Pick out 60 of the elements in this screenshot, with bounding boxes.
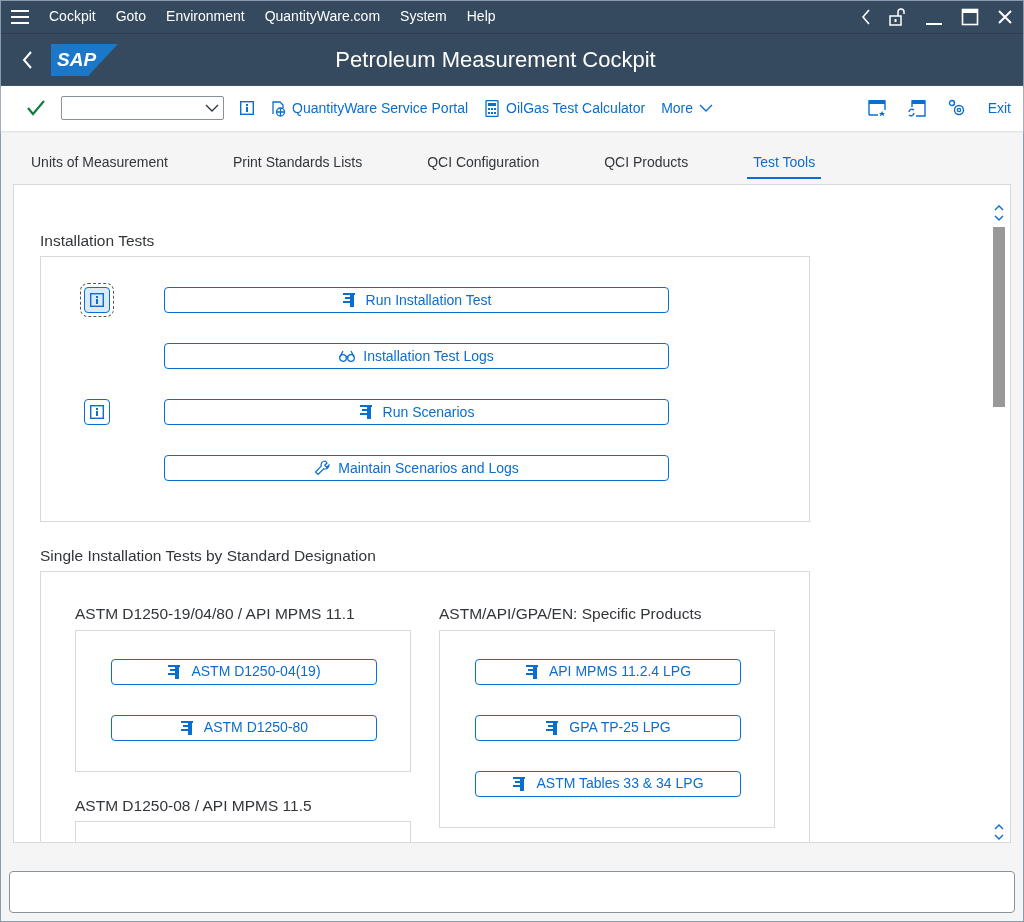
tab[interactable]: QCI Products [598,150,695,179]
logo: SAP [51,43,119,77]
menu-item[interactable]: QuantityWare.com [264,6,381,28]
tab[interactable]: QCI Configuration [421,150,546,179]
group-title: Installation Tests [40,230,156,251]
group-title: ASTM D1250-08 / API MPMS 11.5 [75,795,313,816]
toolbar-link[interactable]: QuantityWare Service Portal [270,97,469,119]
action-button[interactable]: Maintain Scenarios and Logs [164,455,669,482]
settings-icon[interactable] [947,99,966,118]
tap-icon [524,663,541,680]
action-button[interactable]: ASTM Tables 33 & 34 LPG [475,770,741,797]
menu-item[interactable]: Goto [115,6,147,28]
info-button[interactable] [84,399,110,426]
unlock-icon[interactable] [889,8,907,26]
close-icon[interactable] [997,9,1013,25]
info-icon [240,101,254,116]
menu-item[interactable]: Environment [166,6,245,28]
more-button[interactable]: More [661,97,714,119]
tab[interactable]: Test Tools [747,150,822,179]
action-button[interactable]: API MPMS 11.2.4 LPG [475,658,741,685]
command-field[interactable] [61,96,224,121]
scroll-up-down-icon[interactable] [994,824,1004,841]
maximize-icon[interactable] [961,8,979,26]
menu-item[interactable]: Cockpit [49,6,96,28]
chevron-down-icon [205,103,219,113]
action-button[interactable]: ASTM D1250-04(19) [111,658,377,685]
tap-icon [179,719,196,736]
action-button[interactable]: Installation Test Logs [164,343,669,370]
group-title: Single Installation Tests by Standard Designation [40,546,377,567]
checkmark-icon[interactable] [27,100,45,117]
tap-icon [341,292,358,309]
exit-button[interactable]: Exit [987,97,1011,119]
page-title: Petroleum Measurement Cockpit [334,46,657,75]
back-icon[interactable] [861,9,871,25]
menu-item[interactable]: Help [466,6,496,28]
action-button[interactable]: Run Scenarios [164,399,669,426]
window-star-icon[interactable] [867,99,886,118]
window-refresh-icon[interactable] [907,99,926,118]
calculator-icon [484,99,501,117]
tab[interactable]: Print Standards Lists [226,150,369,179]
globe-document-icon [270,99,286,117]
tap-icon [358,404,375,421]
action-button[interactable]: GPA TP-25 LPG [475,714,741,741]
scroll-up-down-icon[interactable] [994,204,1004,221]
glasses-icon [339,348,356,365]
group-title: ASTM/API/GPA/EN: Specific Products [439,604,703,625]
tab[interactable]: Units of Measurement [25,150,174,179]
scrollbar-thumb[interactable] [993,226,1005,407]
menu-item[interactable]: System [400,6,447,28]
action-button[interactable]: ASTM D1250-80 [111,714,377,741]
group-title: ASTM D1250-19/04/80 / API MPMS 11.1 [75,604,356,625]
wrench-icon [314,460,331,477]
info-button[interactable] [240,101,254,116]
info-icon [90,293,104,308]
chevron-down-icon [699,103,714,113]
toolbar-link[interactable]: OilGas Test Calculator [484,97,646,119]
info-icon [90,405,104,420]
menu-icon[interactable] [11,9,29,25]
action-button[interactable]: Run Installation Test [164,287,669,314]
back-icon[interactable] [21,49,33,70]
